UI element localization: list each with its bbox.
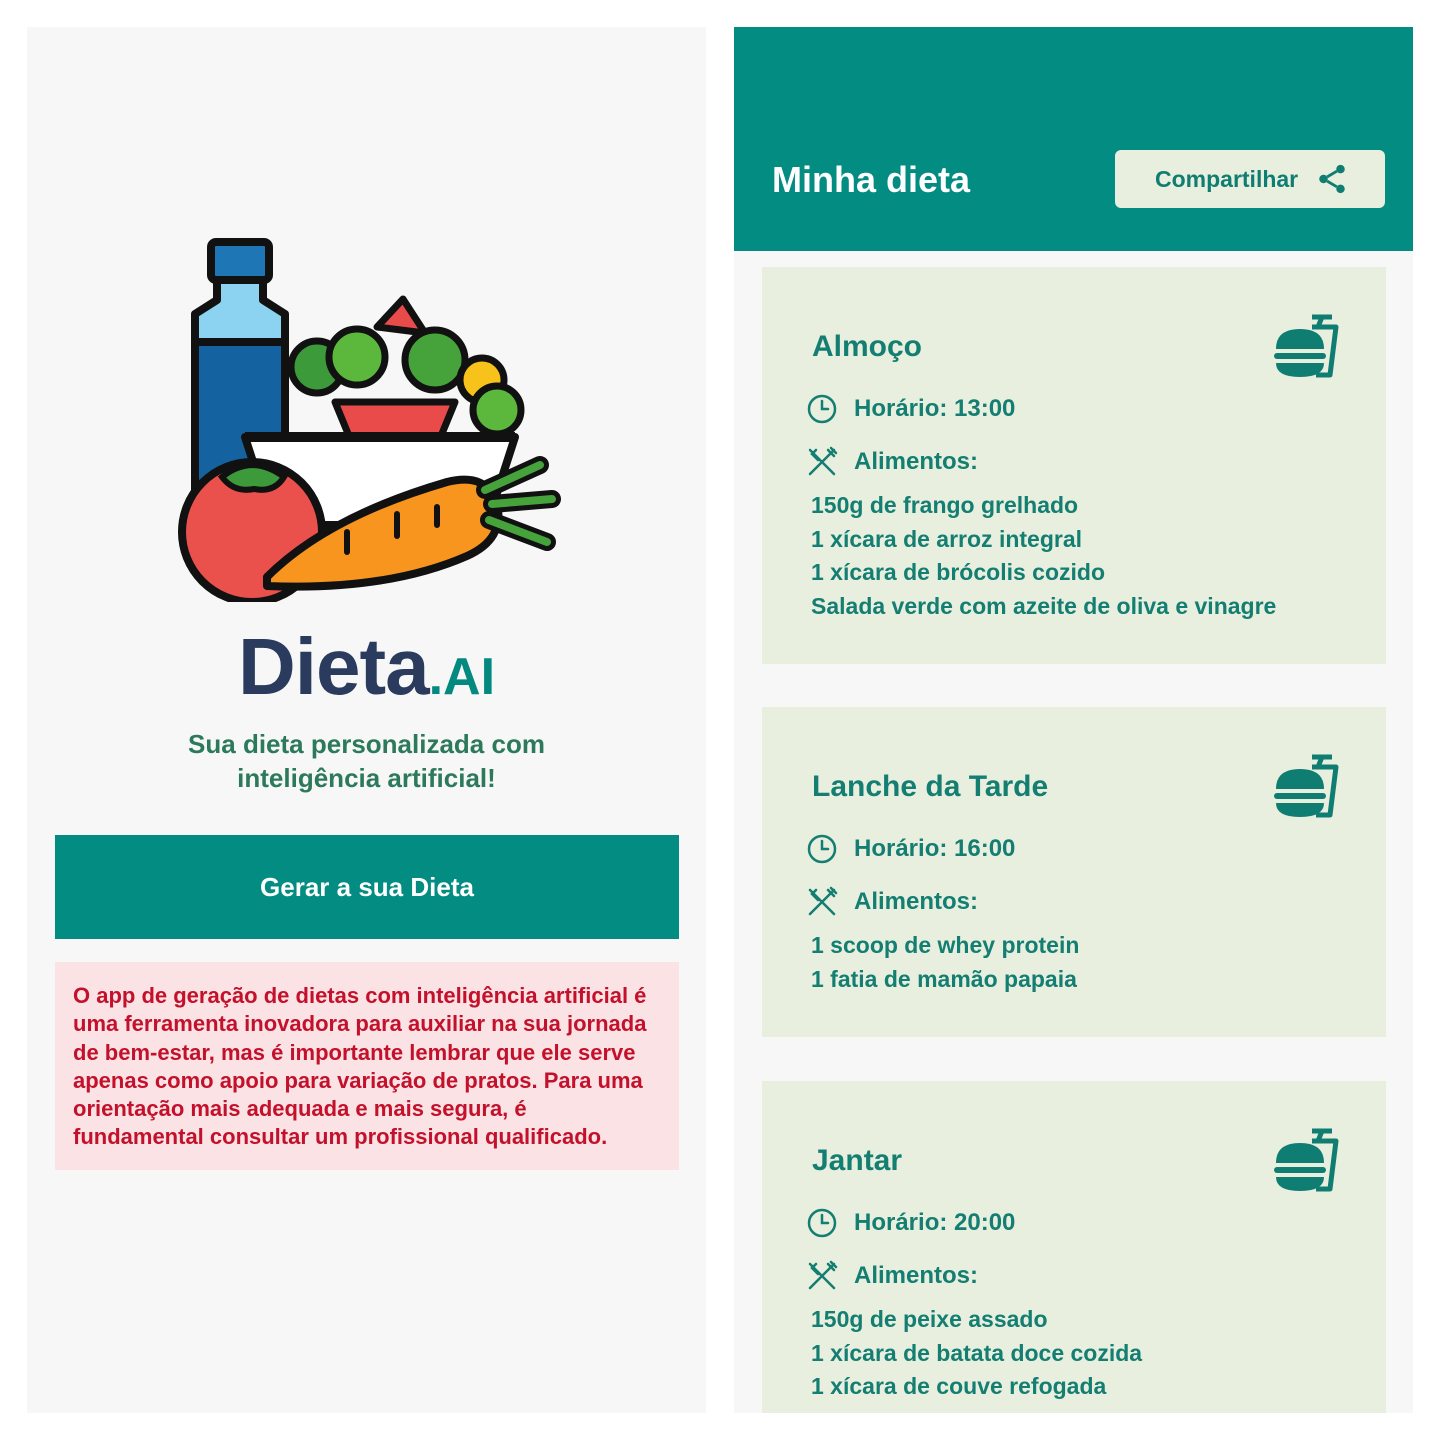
clock-icon bbox=[807, 394, 837, 424]
meal-time: Horário: 16:00 bbox=[854, 835, 1016, 862]
share-icon bbox=[1319, 164, 1345, 194]
clock-icon bbox=[807, 1208, 837, 1238]
share-button[interactable]: Compartilhar bbox=[1115, 150, 1385, 208]
food-item: 150g de frango grelhado bbox=[811, 492, 1079, 518]
food-item: 1 xícara de batata doce cozida bbox=[811, 1339, 1143, 1366]
food-item: 150g de peixe assado bbox=[811, 1306, 1048, 1332]
meal-title: Lanche da Tarde bbox=[812, 770, 1049, 803]
meal-time-row: Horário: 20:00 bbox=[806, 1207, 1015, 1239]
diet-screen: Minha dieta Compartilhar Almoço Horário:… bbox=[734, 27, 1413, 1413]
meal-foods-row: Alimentos: bbox=[806, 1260, 978, 1292]
meal-time: Horário: 20:00 bbox=[854, 1209, 1016, 1236]
food-item: 1 xícara de couve refogada bbox=[811, 1373, 1107, 1399]
meal-card: Jantar Horário: 20:00 Alimentos: 150g de… bbox=[762, 1081, 1386, 1413]
share-button-label: Compartilhar bbox=[1155, 165, 1299, 192]
fork-knife-icon bbox=[808, 1260, 838, 1290]
page-title: Minha dieta bbox=[772, 159, 971, 200]
meal-time-row: Horário: 13:00 bbox=[806, 393, 1015, 425]
generate-diet-button[interactable]: Gerar a sua Dieta bbox=[55, 835, 679, 939]
fork-knife-icon bbox=[808, 886, 838, 916]
meal-time: Horário: 13:00 bbox=[854, 395, 1016, 422]
brand-logo: Dieta.AI bbox=[27, 627, 706, 707]
food-item: 1 xícara de arroz integral bbox=[811, 525, 1083, 552]
clock-icon bbox=[807, 834, 837, 864]
tagline-line-2: inteligência artificial! bbox=[237, 763, 496, 793]
food-item: 1 fatia de mamão papaia bbox=[811, 965, 1077, 992]
tagline: Sua dieta personalizada com inteligência… bbox=[27, 727, 706, 795]
food-item: 1 xícara de brócolis cozido bbox=[811, 559, 1105, 585]
food-item: Salada verde com azeite de oliva e vinag… bbox=[811, 592, 1277, 619]
brand-suffix: .AI bbox=[428, 648, 496, 706]
food-list: 1 scoop de whey protein 1 fatia de mamão… bbox=[811, 929, 1079, 996]
header-bar: Minha dieta Compartilhar bbox=[734, 27, 1413, 251]
meal-foods-label: Alimentos: bbox=[854, 1262, 979, 1289]
food-list: 150g de frango grelhado 1 xícara de arro… bbox=[811, 489, 1276, 623]
meal-foods-label: Alimentos: bbox=[854, 448, 979, 475]
food-list: 150g de peixe assado 1 xícara de batata … bbox=[811, 1303, 1142, 1404]
burger-drink-icon bbox=[1274, 314, 1339, 378]
diet-logo-illustration bbox=[178, 238, 561, 602]
meal-foods-label: Alimentos: bbox=[854, 888, 979, 915]
food-item: 1 scoop de whey protein bbox=[811, 932, 1080, 958]
meal-title: Almoço bbox=[812, 330, 923, 363]
burger-drink-icon bbox=[1274, 1128, 1339, 1192]
meal-title: Jantar bbox=[812, 1144, 903, 1177]
disclaimer-box: O app de geração de dietas com inteligên… bbox=[55, 962, 679, 1170]
home-screen: Dieta.AI Sua dieta personalizada com int… bbox=[27, 27, 706, 1413]
meal-card: Almoço Horário: 13:00 Alimentos: 150g de… bbox=[762, 267, 1386, 664]
meal-time-row: Horário: 16:00 bbox=[806, 833, 1015, 865]
fork-knife-icon bbox=[808, 446, 838, 476]
brand-name: Dieta bbox=[237, 622, 430, 711]
meal-card: Lanche da Tarde Horário: 16:00 Alimentos… bbox=[762, 707, 1386, 1037]
tagline-line-1: Sua dieta personalizada com bbox=[188, 729, 545, 759]
meal-foods-row: Alimentos: bbox=[806, 886, 978, 918]
meal-foods-row: Alimentos: bbox=[806, 446, 978, 478]
burger-drink-icon bbox=[1274, 754, 1339, 818]
